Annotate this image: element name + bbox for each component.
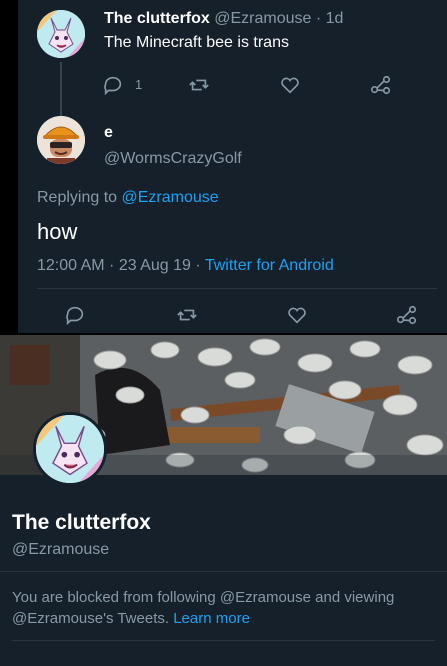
parent-handle[interactable]: @Ezramouse [214,10,311,27]
share-icon[interactable] [370,74,394,98]
learn-more-link[interactable]: Learn more [173,610,250,627]
thread-connector [60,62,62,118]
profile-panel: The clutterfox @Ezramouse You are blocke… [0,335,447,666]
divider [37,288,437,289]
replying-prefix: Replying to [37,189,122,206]
reply-display-name[interactable]: e [104,124,113,142]
share-icon[interactable] [396,304,420,328]
profile-handle: @Ezramouse [12,541,110,558]
reply-source[interactable]: Twitter for Android [205,257,334,274]
parent-avatar[interactable] [37,10,85,58]
reply-icon[interactable] [102,74,126,98]
like-icon[interactable] [279,74,303,98]
like-icon[interactable] [286,304,310,328]
tweet-thread: The clutterfox @Ezramouse · 1d The Minec… [18,0,447,333]
parent-display-name[interactable]: The clutterfox [104,10,210,27]
parent-tweet-text: The Minecraft bee is trans [104,34,289,51]
reply-count: 1 [135,77,143,92]
header-separator: · [311,10,326,27]
profile-avatar[interactable] [33,412,107,486]
parent-age[interactable]: 1d [326,10,344,27]
retweet-icon[interactable] [176,304,200,328]
replying-to-mention[interactable]: @Ezramouse [122,189,219,206]
divider [0,571,447,572]
retweet-icon[interactable] [188,74,212,98]
reply-handle[interactable]: @WormsCrazyGolf [104,150,242,168]
divider [12,640,435,641]
reply-timestamp[interactable]: 12:00 AM · 23 Aug 19 · [37,257,205,274]
reply-meta: 12:00 AM · 23 Aug 19 · Twitter for Andro… [37,257,334,275]
reply-icon[interactable] [64,304,88,328]
blocked-notice: You are blocked from following @Ezramous… [12,587,432,629]
profile-display-name: The clutterfox [12,511,151,534]
replying-to-line: Replying to @Ezramouse [37,189,219,207]
reply-tweet-text: how [37,219,78,244]
parent-header: The clutterfox @Ezramouse · 1d [104,10,343,28]
reply-avatar[interactable] [37,116,85,164]
